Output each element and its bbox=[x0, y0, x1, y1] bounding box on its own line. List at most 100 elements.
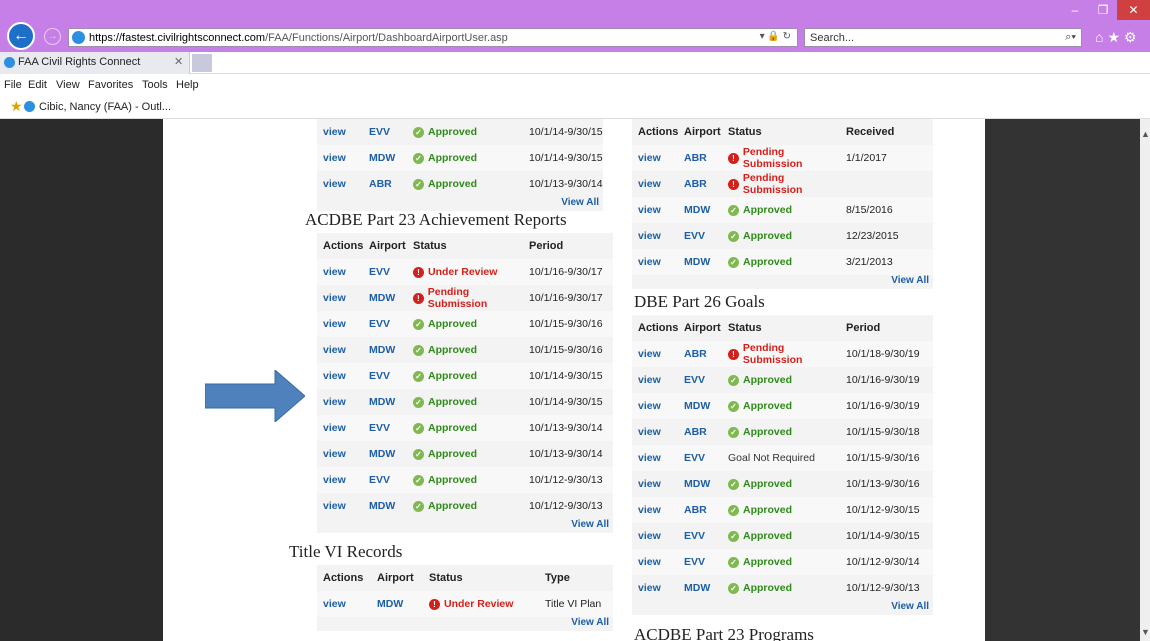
home-icon[interactable]: ⌂ bbox=[1095, 29, 1107, 45]
airport-code: EVV bbox=[684, 556, 706, 568]
toolbar-icons[interactable]: ⌂★⚙ bbox=[1095, 29, 1141, 46]
view-link[interactable]: view bbox=[323, 318, 346, 330]
view-link[interactable]: view bbox=[638, 178, 661, 190]
view-link[interactable]: view bbox=[323, 126, 346, 138]
favorite-link[interactable]: Cibic, Nancy (FAA) - Outl... bbox=[39, 101, 171, 113]
table-row: view MDW ✓ Approved 3/21/2013 bbox=[632, 249, 933, 275]
check-icon: ✓ bbox=[728, 374, 739, 386]
date-cell: 10/1/12-9/30/14 bbox=[846, 556, 920, 568]
view-all-link[interactable]: View All bbox=[317, 197, 603, 211]
menu-view[interactable]: View bbox=[56, 79, 80, 91]
table-row: view MDW ✓ Approved 8/15/2016 bbox=[632, 197, 933, 223]
view-link[interactable]: view bbox=[638, 504, 661, 516]
scroll-up-icon[interactable]: ▲ bbox=[1141, 129, 1150, 139]
menu-edit[interactable]: Edit bbox=[28, 79, 47, 91]
date-cell: 10/1/12-9/30/13 bbox=[846, 582, 920, 594]
search-input[interactable]: Search... bbox=[810, 32, 854, 44]
view-link[interactable]: view bbox=[638, 426, 661, 438]
view-link[interactable]: view bbox=[323, 448, 346, 460]
status-cell: ✓ Approved bbox=[726, 256, 846, 268]
view-link[interactable]: view bbox=[638, 152, 661, 164]
airport-code: MDW bbox=[369, 396, 396, 408]
view-link[interactable]: view bbox=[323, 396, 346, 408]
close-button[interactable]: ✕ bbox=[1117, 0, 1150, 20]
view-link[interactable]: view bbox=[638, 204, 661, 216]
date-cell: 10/1/12-9/30/13 bbox=[529, 500, 603, 512]
view-link[interactable]: view bbox=[638, 348, 661, 360]
view-link[interactable]: view bbox=[638, 400, 661, 412]
airport-code: MDW bbox=[684, 478, 711, 490]
status-cell: ! Under Review bbox=[427, 598, 545, 610]
view-link[interactable]: view bbox=[638, 530, 661, 542]
forward-arrow-icon[interactable]: → bbox=[44, 28, 61, 45]
status-text: Approved bbox=[428, 344, 478, 357]
view-link[interactable]: view bbox=[323, 422, 346, 434]
view-link[interactable]: view bbox=[638, 452, 661, 464]
gear-icon[interactable]: ⚙ bbox=[1124, 29, 1141, 45]
view-link[interactable]: view bbox=[638, 256, 661, 268]
airport-code: EVV bbox=[684, 230, 706, 242]
airport-code: EVV bbox=[684, 452, 706, 464]
view-all-link[interactable]: View All bbox=[632, 275, 933, 289]
new-tab-button[interactable] bbox=[192, 54, 212, 72]
airport-cell: MDW bbox=[365, 152, 411, 164]
tab-faa[interactable]: FAA Civil Rights Connect ✕ bbox=[0, 52, 190, 74]
airport-cell: ABR bbox=[680, 504, 726, 516]
airport-code: MDW bbox=[684, 256, 711, 268]
view-link[interactable]: view bbox=[323, 344, 346, 356]
menu-help[interactable]: Help bbox=[176, 79, 199, 91]
menu-favorites[interactable]: Favorites bbox=[88, 79, 133, 91]
table-header: Actions Airport Status Period bbox=[632, 315, 933, 341]
scroll-down-icon[interactable]: ▼ bbox=[1141, 627, 1150, 637]
header-period: Period bbox=[846, 322, 881, 334]
view-link[interactable]: view bbox=[323, 370, 346, 382]
view-link[interactable]: view bbox=[323, 266, 346, 278]
ie-page-icon bbox=[72, 31, 85, 44]
view-link[interactable]: view bbox=[638, 582, 661, 594]
address-tools-icon[interactable]: ▾ 🔒 ↻ bbox=[760, 31, 791, 42]
view-link[interactable]: view bbox=[638, 556, 661, 568]
table-row: view EVV Goal Not Required 10/1/15-9/30/16 bbox=[632, 445, 933, 471]
minimize-button[interactable]: – bbox=[1062, 0, 1088, 20]
view-link[interactable]: view bbox=[638, 478, 661, 490]
view-link[interactable]: view bbox=[323, 178, 346, 190]
view-all-link[interactable]: View All bbox=[317, 617, 613, 631]
status-text: Pending Submission bbox=[742, 342, 803, 366]
page-viewport: view EVV ✓ Approved 10/1/14-9/30/15 view MDW ✓ A… bbox=[0, 119, 1150, 641]
date-cell: 10/1/14-9/30/15 bbox=[529, 370, 603, 382]
status-text: Approved bbox=[428, 152, 478, 165]
search-box[interactable]: Search... ⌕▾ bbox=[804, 28, 1082, 47]
action-cell: view bbox=[317, 178, 365, 190]
airport-code: ABR bbox=[684, 504, 707, 516]
date-cell: 3/21/2013 bbox=[846, 256, 893, 268]
menu-tools[interactable]: Tools bbox=[142, 79, 168, 91]
date-cell: 12/23/2015 bbox=[846, 230, 899, 242]
view-link[interactable]: view bbox=[638, 374, 661, 386]
view-link[interactable]: view bbox=[323, 474, 346, 486]
action-cell: view bbox=[632, 478, 680, 490]
view-link[interactable]: view bbox=[323, 598, 346, 610]
view-link[interactable]: view bbox=[323, 152, 346, 164]
view-link[interactable]: view bbox=[638, 230, 661, 242]
table-row: view EVV ✓ Approved 12/23/2015 bbox=[632, 223, 933, 249]
status-cell: ✓ Approved bbox=[726, 582, 846, 594]
scrollbar[interactable]: ▲ ▼ bbox=[1140, 119, 1150, 641]
close-tab-icon[interactable]: ✕ bbox=[174, 55, 183, 68]
status-cell: ! Pending Submission bbox=[726, 172, 846, 196]
search-icon[interactable]: ⌕▾ bbox=[1065, 31, 1076, 44]
menu-file[interactable]: File bbox=[4, 79, 22, 91]
back-arrow-icon[interactable]: ← bbox=[7, 22, 35, 50]
favorites-star-icon[interactable]: ★ bbox=[1107, 29, 1124, 45]
view-all-link[interactable]: View All bbox=[317, 519, 613, 533]
status-value: ✓ Approved bbox=[728, 556, 792, 568]
address-bar[interactable]: https://fastest.civilrightsconnect.com/F… bbox=[68, 28, 798, 47]
view-link[interactable]: view bbox=[323, 292, 346, 304]
favorites-star-icon[interactable]: ★ bbox=[10, 98, 23, 115]
view-link[interactable]: view bbox=[323, 500, 346, 512]
action-cell: view bbox=[317, 126, 365, 138]
acdbe-programs-title: ACDBE Part 23 Programs bbox=[634, 625, 814, 641]
date-cell: 10/1/18-9/30/19 bbox=[846, 348, 920, 360]
maximize-button[interactable]: ❐ bbox=[1090, 0, 1116, 20]
table-header: Actions Airport Status Period bbox=[317, 233, 613, 259]
view-all-link[interactable]: View All bbox=[632, 601, 933, 615]
